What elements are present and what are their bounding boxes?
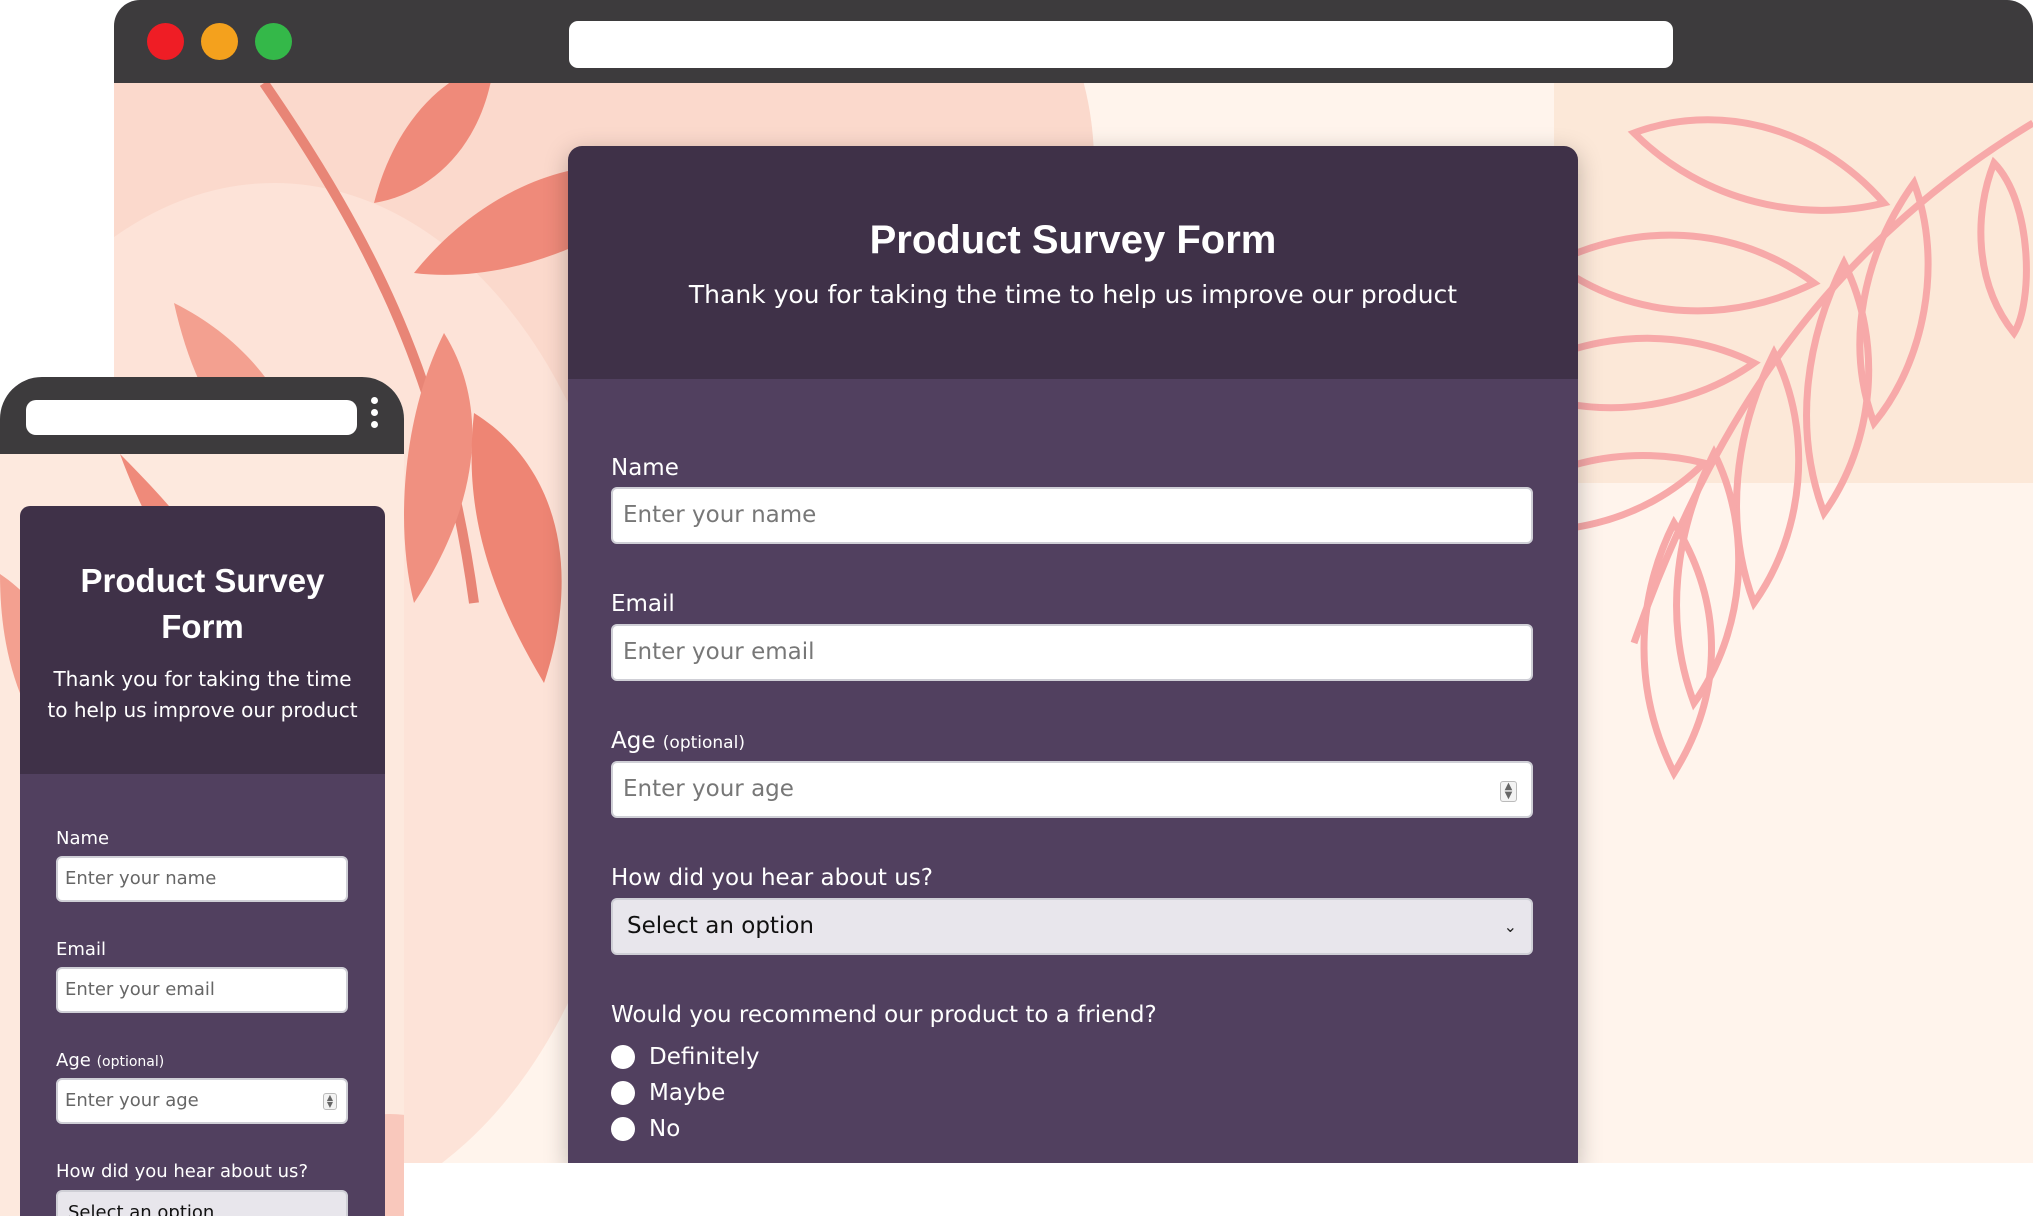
mobile-hear-about-select[interactable]: Select an option — [56, 1190, 348, 1216]
mobile-viewport: Product Survey Form Thank you for taking… — [0, 454, 404, 1216]
mobile-form-title: Product Survey Form — [20, 558, 385, 650]
mobile-hear-about-label: How did you hear about us? — [56, 1161, 308, 1182]
mobile-survey-card: Product Survey Form Thank you for taking… — [20, 506, 385, 1216]
minimize-window-button[interactable] — [201, 23, 238, 60]
email-input[interactable]: Enter your email — [611, 624, 1533, 681]
radio-label: No — [649, 1116, 681, 1142]
radio-button[interactable] — [611, 1081, 635, 1105]
radio-label: Definitely — [649, 1044, 760, 1070]
maximize-window-button[interactable] — [255, 23, 292, 60]
mobile-age-placeholder: Enter your age — [65, 1090, 199, 1111]
radio-button[interactable] — [611, 1045, 635, 1069]
mobile-subtitle-line-1: Thank you for taking the time — [53, 667, 352, 691]
age-input-placeholder: Enter your age — [623, 776, 794, 802]
mobile-form-header: Product Survey Form Thank you for taking… — [20, 506, 385, 774]
form-body: Name Enter your name Email Enter your em… — [568, 379, 1578, 1163]
mobile-browser-window: Product Survey Form Thank you for taking… — [0, 377, 404, 1216]
recommend-label: Would you recommend our product to a fri… — [611, 1002, 1157, 1028]
mobile-form-subtitle: Thank you for taking the time to help us… — [30, 664, 375, 726]
mobile-subtitle-line-2: to help us improve our product — [47, 698, 358, 722]
form-subtitle: Thank you for taking the time to help us… — [688, 280, 1458, 309]
address-bar[interactable] — [569, 21, 1673, 68]
radio-option-maybe[interactable]: Maybe — [611, 1078, 725, 1108]
radio-option-no[interactable]: No — [611, 1114, 680, 1144]
hear-about-selected: Select an option — [627, 913, 814, 939]
form-header: Product Survey Form Thank you for taking… — [568, 146, 1578, 379]
number-spinner-icon[interactable]: ▲ ▼ — [323, 1093, 337, 1110]
name-input[interactable]: Enter your name — [611, 487, 1533, 544]
age-optional-note: (optional) — [662, 733, 745, 753]
chevron-down-icon: ⌄ — [1503, 917, 1517, 936]
mobile-form-body: Name Enter your name Email Enter your em… — [20, 774, 385, 1216]
radio-label: Maybe — [649, 1080, 726, 1106]
mobile-hear-about-selected: Select an option — [68, 1202, 215, 1216]
hear-about-label: How did you hear about us? — [611, 865, 933, 891]
mobile-title-line-2: Form — [161, 608, 244, 645]
mobile-title-line-1: Product Survey — [80, 562, 325, 599]
browser-titlebar — [114, 0, 2033, 83]
radio-option-definitely[interactable]: Definitely — [611, 1042, 760, 1072]
mobile-name-label: Name — [56, 828, 110, 849]
number-spinner-icon[interactable]: ▲ ▼ — [1500, 781, 1517, 802]
hear-about-select[interactable]: Select an option ⌄ — [611, 898, 1533, 955]
close-window-button[interactable] — [147, 23, 184, 60]
mobile-email-label: Email — [56, 939, 106, 960]
mobile-name-input[interactable]: Enter your name — [56, 856, 348, 902]
mobile-age-label-text: Age — [56, 1050, 91, 1071]
email-label: Email — [611, 591, 675, 617]
age-label-text: Age — [611, 728, 656, 754]
mobile-age-input[interactable]: Enter your age ▲ ▼ — [56, 1078, 348, 1124]
name-label: Name — [611, 455, 679, 481]
form-title: Product Survey Form — [869, 218, 1277, 262]
age-label: Age (optional) — [611, 728, 745, 754]
age-input[interactable]: Enter your age ▲ ▼ — [611, 761, 1533, 818]
kebab-menu-icon[interactable] — [368, 397, 380, 437]
radio-button[interactable] — [611, 1117, 635, 1141]
survey-form-card: Product Survey Form Thank you for taking… — [568, 146, 1578, 1163]
mobile-age-optional-note: (optional) — [96, 1054, 165, 1070]
mobile-email-input[interactable]: Enter your email — [56, 967, 348, 1013]
mobile-age-label: Age (optional) — [56, 1050, 164, 1071]
mobile-address-bar[interactable] — [26, 400, 357, 435]
mobile-topbar — [0, 377, 404, 454]
